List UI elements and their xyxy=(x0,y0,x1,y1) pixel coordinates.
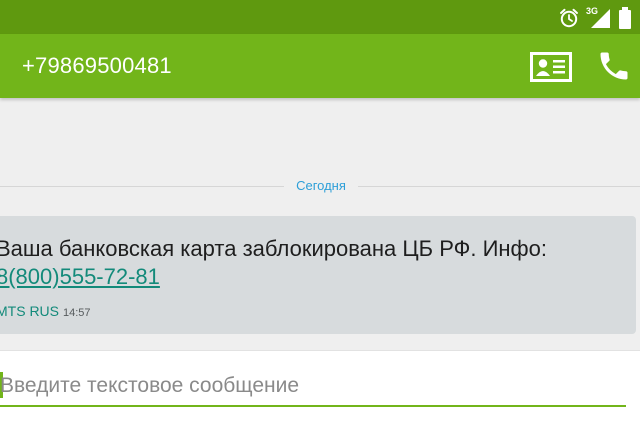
divider-line xyxy=(0,186,284,187)
date-divider: Сегодня xyxy=(0,178,640,194)
input-underline xyxy=(0,405,626,407)
message-time: 14:57 xyxy=(63,307,91,319)
phone-link[interactable]: 8(800)555-72-81 xyxy=(0,263,160,291)
sim-label: MTS RUS xyxy=(0,303,59,319)
app-bar: +79869500481 xyxy=(0,34,640,98)
date-label: Сегодня xyxy=(296,178,346,193)
alarm-icon xyxy=(560,8,578,28)
signal-icon xyxy=(591,9,610,28)
divider-line xyxy=(358,186,640,187)
message-bubble[interactable]: Ваша банковская карта заблокирована ЦБ Р… xyxy=(0,216,636,334)
status-icons: 3G xyxy=(558,6,632,30)
conversation-title: +79869500481 xyxy=(22,53,172,78)
signal-indicator: 3G xyxy=(586,6,612,30)
status-bar: 3G xyxy=(0,0,640,34)
message-meta: MTS RUS 14:57 xyxy=(0,303,91,321)
message-text: Ваша банковская карта заблокирована ЦБ Р… xyxy=(0,236,547,261)
contact-card-icon[interactable] xyxy=(530,52,572,82)
message-input[interactable] xyxy=(0,369,600,403)
compose-area xyxy=(0,350,640,427)
battery-icon xyxy=(619,7,631,29)
phone-icon[interactable] xyxy=(596,48,632,84)
